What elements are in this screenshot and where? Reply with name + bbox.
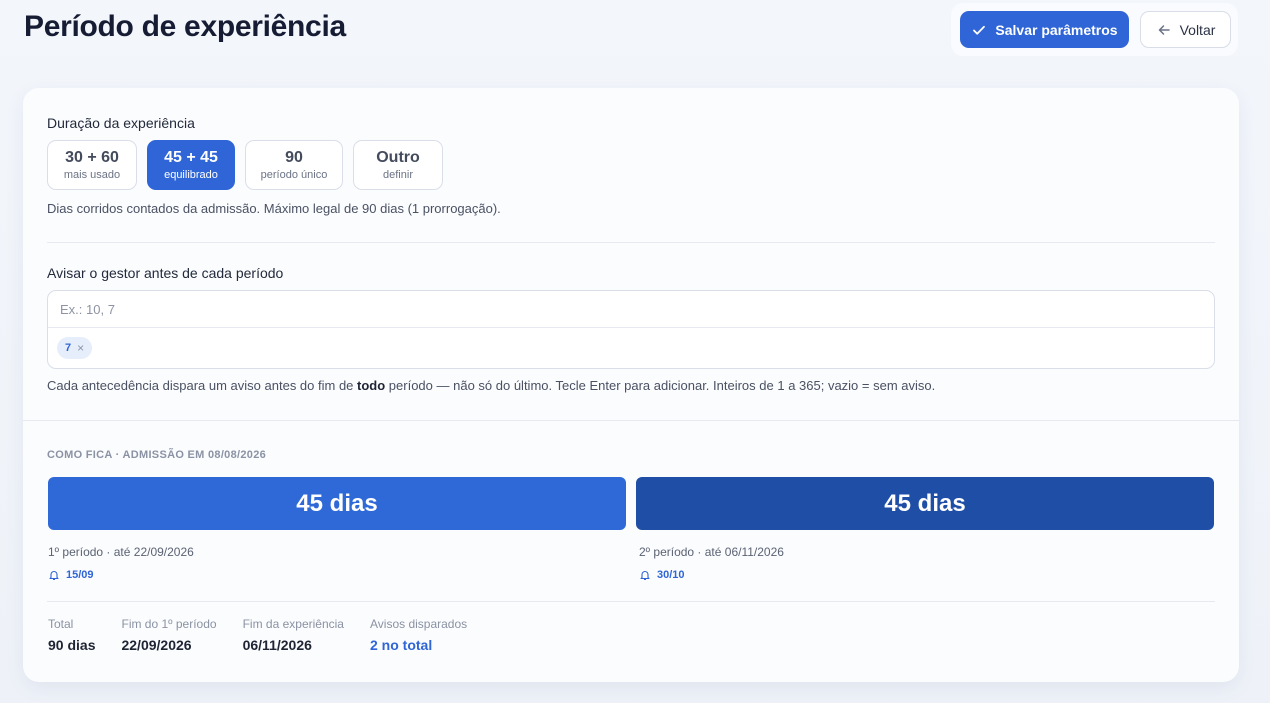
summary-value: 90 dias: [48, 637, 96, 653]
duration-option-desc: equilibrado: [164, 169, 218, 181]
notify-hint-after: período — não só do último. Tecle Enter …: [385, 378, 936, 393]
notify-days-field: 7 ×: [47, 290, 1215, 369]
notify-day-tag-value: 7: [65, 342, 72, 354]
summary-end-first-period: Fim do 1º período 22/09/2026: [121, 617, 216, 653]
duration-option-value: Outro: [376, 149, 420, 166]
arrow-left-icon: [1158, 24, 1170, 35]
duration-option-45-45[interactable]: 45 + 45 equilibrado: [147, 140, 235, 190]
save-parameters-button[interactable]: Salvar parâmetros: [960, 11, 1129, 48]
period-1-alert: 15/09: [48, 569, 94, 581]
notify-hint-bold: todo: [357, 378, 386, 393]
notify-days-input[interactable]: [48, 291, 1214, 328]
notify-day-tag: 7 ×: [57, 337, 93, 359]
duration-option-desc: período único: [260, 169, 328, 181]
notify-hint-before: Cada antecedência dispara um aviso antes…: [47, 378, 358, 393]
notify-hint: Cada antecedência dispara um aviso antes…: [47, 378, 935, 393]
duration-option-value: 30 + 60: [65, 149, 119, 166]
summary-key: Total: [48, 617, 74, 631]
duration-option-desc: definir: [383, 169, 413, 181]
duration-label: Duração da experiência: [47, 115, 195, 131]
period-1-bar: 45 dias: [48, 477, 626, 530]
summary-total: Total 90 dias: [48, 617, 95, 653]
summary: Total 90 dias Fim do 1º período 22/09/20…: [48, 617, 493, 653]
duration-option-90[interactable]: 90 período único: [245, 140, 343, 190]
header-actions: Salvar parâmetros Voltar: [951, 3, 1238, 56]
back-label: Voltar: [1179, 21, 1216, 38]
experience-settings-card: Duração da experiência 30 + 60 mais usad…: [23, 88, 1239, 682]
bell-icon: [640, 571, 650, 581]
period-2-meta: 2º período · até 06/11/2026: [639, 545, 784, 559]
period-1-meta: 1º período · até 22/09/2026: [48, 545, 194, 559]
summary-value: 22/09/2026: [121, 637, 192, 653]
remove-tag-icon[interactable]: ×: [77, 341, 84, 355]
summary-end-experience: Fim da experiência 06/11/2026: [243, 617, 344, 653]
summary-key: Fim da experiência: [242, 617, 344, 631]
section-divider: [23, 420, 1239, 421]
summary-key: Avisos disparados: [369, 617, 468, 631]
duration-option-30-60[interactable]: 30 + 60 mais usado: [47, 140, 137, 190]
duration-option-value: 45 + 45: [164, 149, 218, 166]
back-button[interactable]: Voltar: [1140, 11, 1231, 48]
notify-label: Avisar o gestor antes de cada período: [47, 265, 284, 281]
save-parameters-label: Salvar parâmetros: [995, 21, 1118, 38]
summary-value: 06/11/2026: [242, 637, 312, 653]
summary-key: Fim do 1º período: [121, 617, 217, 631]
check-icon: [973, 25, 986, 35]
duration-option-other[interactable]: Outro definir: [353, 140, 443, 190]
page-title: Período de experiência: [24, 10, 346, 43]
summary-value: 2 no total: [369, 637, 433, 653]
bell-icon: [49, 571, 59, 581]
period-2-alert: 30/10: [639, 569, 685, 581]
duration-options: 30 + 60 mais usado 45 + 45 equilibrado 9…: [47, 140, 443, 190]
summary-alerts: Avisos disparados 2 no total: [370, 617, 467, 653]
summary-divider: [47, 601, 1215, 602]
period-1-alert-date: 15/09: [66, 569, 94, 581]
duration-option-value: 90: [285, 149, 303, 166]
duration-hint: Dias corridos contados da admissão. Máxi…: [47, 201, 501, 216]
preview-caption: COMO FICA · ADMISSÃO EM 08/08/2026: [47, 449, 267, 461]
period-2-bar: 45 dias: [636, 477, 1214, 530]
duration-option-desc: mais usado: [63, 169, 121, 181]
divider: [47, 242, 1215, 243]
period-2-alert-date: 30/10: [657, 569, 685, 581]
